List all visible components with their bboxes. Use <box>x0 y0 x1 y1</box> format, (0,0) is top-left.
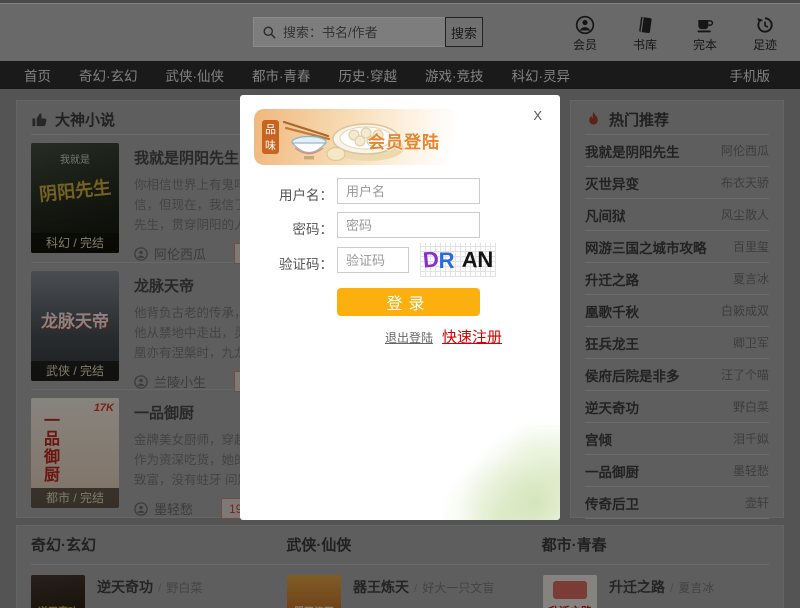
password-row: 密码： <box>240 212 560 240</box>
login-modal: 品味 会员登陆 X 用户名： <box>240 95 560 520</box>
login-modal-title: 会员登陆 <box>368 128 440 153</box>
floral-decoration <box>430 425 560 520</box>
login-links: 退出登陆 快速注册 <box>385 326 502 347</box>
captcha-letter: R <box>439 250 455 272</box>
close-icon[interactable]: X <box>533 108 542 123</box>
page: 搜索 会员 书库 完本 足迹 首页 奇幻·玄幻 武侠·仙侠 都市·青春 <box>0 0 800 608</box>
login-button[interactable]: 登录 <box>337 288 480 316</box>
captcha-label: 验证码： <box>240 253 333 273</box>
captcha-image[interactable]: D R A N <box>420 243 496 277</box>
password-label: 密码： <box>240 218 333 238</box>
captcha-row: 验证码： D R A N <box>240 247 560 275</box>
register-link[interactable]: 快速注册 <box>442 326 502 347</box>
username-field[interactable] <box>337 178 480 204</box>
brand-badge: 品味 <box>262 120 279 154</box>
captcha-field[interactable] <box>337 247 409 273</box>
captcha-letter: N <box>477 249 493 271</box>
password-field[interactable] <box>337 212 480 238</box>
captcha-letter: D <box>422 248 440 271</box>
logout-link[interactable]: 退出登陆 <box>385 329 433 346</box>
login-banner: 品味 会员登陆 <box>254 109 460 165</box>
username-label: 用户名： <box>240 184 333 204</box>
captcha-letter: A <box>461 249 478 272</box>
username-row: 用户名： <box>240 178 560 206</box>
